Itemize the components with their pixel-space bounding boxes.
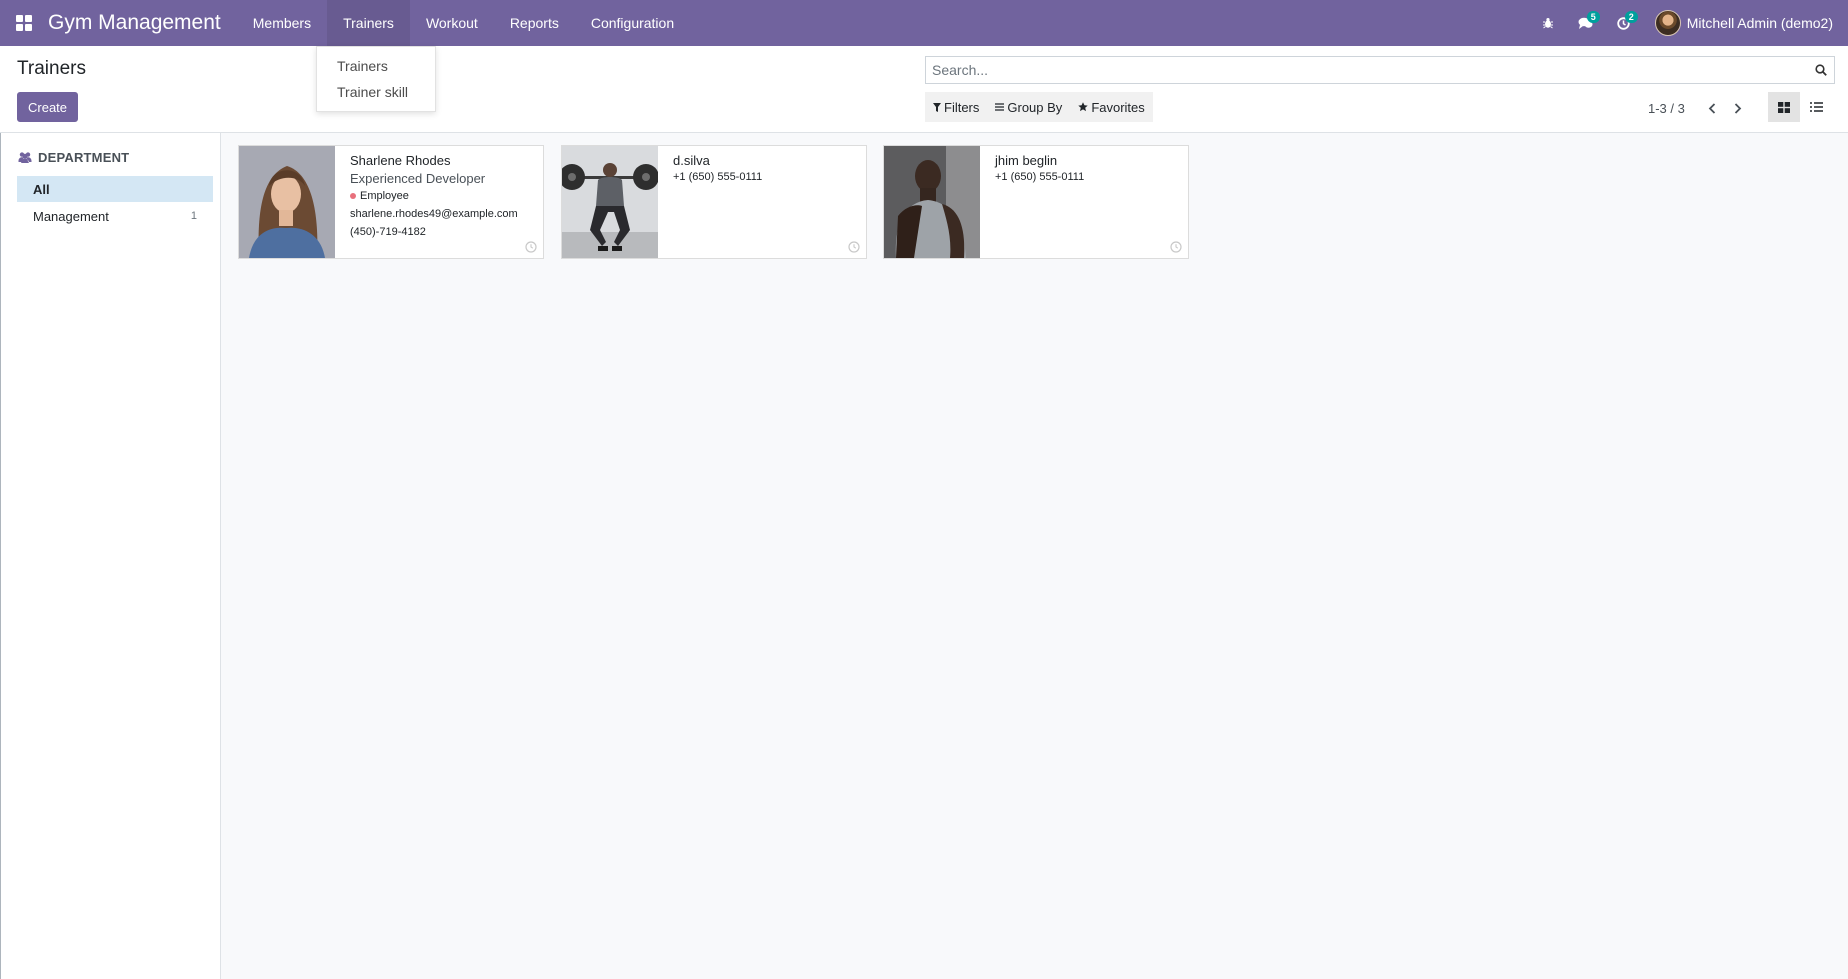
kanban-view-button[interactable] [1768, 92, 1800, 122]
list-view-button[interactable] [1800, 92, 1832, 122]
filters-label: Filters [944, 99, 980, 115]
department-title: DEPARTMENT [38, 150, 130, 165]
pager-value[interactable]: 1-3 / 3 [1648, 101, 1685, 116]
search-bar [925, 56, 1835, 84]
department-item-management[interactable]: Management 1 [17, 203, 213, 229]
department-item-count: 1 [190, 210, 197, 222]
control-panel: Trainers Create Filters Group By Favorit… [0, 46, 1848, 133]
pager-previous-button[interactable] [1699, 98, 1725, 118]
page-title: Trainers [17, 58, 86, 79]
trainer-tag: Employee [350, 190, 528, 202]
favorites-button[interactable]: Favorites [1070, 92, 1152, 122]
user-menu[interactable]: Mitchell Admin (demo2) [1643, 10, 1848, 36]
list-view-icon [1809, 102, 1823, 112]
messages-button[interactable]: 5 [1567, 0, 1605, 46]
chevron-right-icon [1734, 102, 1742, 114]
trainer-phone: +1 (650) 555-0111 [995, 171, 1085, 183]
chevron-left-icon [1708, 102, 1715, 114]
menu-item-configuration[interactable]: Configuration [575, 0, 690, 46]
trainer-name: Sharlene Rhodes [350, 153, 451, 168]
trainer-name: jhim beglin [995, 153, 1058, 168]
dropdown-item-trainer-skill[interactable]: Trainer skill [317, 79, 435, 105]
dropdown-item-trainers[interactable]: Trainers [317, 53, 435, 79]
filters-button[interactable]: Filters [925, 92, 987, 122]
star-icon [1078, 102, 1089, 112]
card-body: Sharlene Rhodes Experienced Developer Em… [335, 146, 543, 258]
users-icon [18, 152, 32, 163]
trainers-dropdown-menu: Trainers Trainer skill [316, 46, 436, 112]
top-navbar: Gym Management Members Trainers Workout … [0, 0, 1848, 46]
systray: 5 2 Mitchell Admin (demo2) [1529, 0, 1848, 46]
card-body: jhim beglin +1 (650) 555-0111 [980, 146, 1188, 258]
filter-icon [933, 102, 941, 112]
trainer-phone: (450)-719-4182 [350, 226, 426, 238]
trainer-job: Experienced Developer [350, 171, 486, 186]
avatar [1654, 10, 1681, 36]
messages-count-badge: 5 [1586, 11, 1600, 23]
pager-next-button[interactable] [1725, 98, 1751, 118]
search-icon[interactable] [1808, 64, 1834, 76]
create-button[interactable]: Create [17, 92, 79, 122]
trainer-photo [562, 146, 658, 258]
bug-icon [1542, 18, 1553, 29]
trainer-name: d.silva [673, 153, 710, 168]
department-item-all[interactable]: All [17, 176, 213, 202]
menu-item-workout[interactable]: Workout [410, 0, 494, 46]
view-switcher [1768, 92, 1832, 122]
apps-menu-button[interactable] [0, 0, 48, 46]
user-name: Mitchell Admin (demo2) [1686, 15, 1833, 31]
search-input[interactable] [926, 57, 1808, 83]
card-body: d.silva +1 (650) 555-0111 [658, 146, 866, 258]
search-panel: DEPARTMENT All Management 1 [0, 133, 221, 979]
activity-clock-icon[interactable] [1170, 241, 1182, 253]
pager: 1-3 / 3 [1648, 98, 1751, 118]
search-options: Filters Group By Favorites [925, 92, 1153, 122]
tag-color-dot [350, 193, 356, 199]
menu-item-reports[interactable]: Reports [494, 0, 575, 46]
app-brand[interactable]: Gym Management [48, 11, 221, 35]
kanban-view-icon [1778, 101, 1790, 113]
activity-clock-icon[interactable] [525, 241, 537, 253]
debug-button[interactable] [1529, 0, 1567, 46]
activities-count-badge: 2 [1624, 11, 1638, 23]
group-by-button[interactable]: Group By [987, 92, 1070, 122]
menu-item-members[interactable]: Members [237, 0, 327, 46]
kanban-view: Sharlene Rhodes Experienced Developer Em… [221, 133, 1848, 979]
trainer-photo [239, 146, 335, 258]
kanban-card[interactable]: jhim beglin +1 (650) 555-0111 [883, 145, 1189, 259]
apps-icon [16, 15, 32, 31]
main-menu: Members Trainers Workout Reports Configu… [237, 0, 690, 46]
kanban-card[interactable]: Sharlene Rhodes Experienced Developer Em… [238, 145, 544, 259]
group-by-icon [995, 103, 1005, 111]
tag-label: Employee [360, 190, 409, 202]
department-header: DEPARTMENT [18, 150, 129, 165]
group-by-label: Group By [1007, 99, 1063, 115]
menu-item-trainers[interactable]: Trainers [327, 0, 410, 46]
trainer-phone: +1 (650) 555-0111 [673, 171, 763, 183]
department-item-label: Management [33, 208, 109, 224]
activity-clock-icon[interactable] [848, 241, 860, 253]
department-item-label: All [33, 181, 50, 197]
kanban-card[interactable]: d.silva +1 (650) 555-0111 [561, 145, 867, 259]
favorites-label: Favorites [1091, 99, 1145, 115]
trainer-photo [884, 146, 980, 258]
trainer-email: sharlene.rhodes49@example.com [350, 208, 518, 220]
activities-button[interactable]: 2 [1605, 0, 1643, 46]
